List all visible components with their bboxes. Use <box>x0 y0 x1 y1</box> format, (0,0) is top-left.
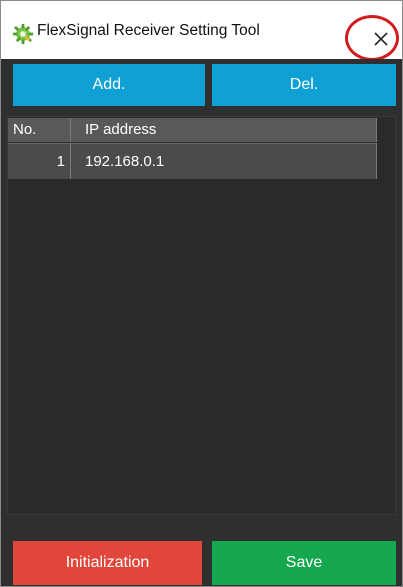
ip-address-cell[interactable]: 192.168.0.1 <box>85 153 164 170</box>
delete-button[interactable]: Del. <box>212 64 396 106</box>
close-icon <box>374 32 388 46</box>
add-button[interactable]: Add. <box>13 64 205 106</box>
column-divider <box>70 143 71 179</box>
title-bar[interactable]: FlexSignal Receiver Setting Tool <box>1 1 402 61</box>
save-button[interactable]: Save <box>212 541 396 585</box>
initialization-button[interactable]: Initialization <box>13 541 202 585</box>
close-button[interactable] <box>361 21 401 57</box>
column-header-no: No. <box>13 121 37 138</box>
table-header <box>8 118 376 142</box>
column-divider <box>376 143 377 179</box>
column-divider <box>70 118 71 142</box>
column-header-ip-address: IP address <box>85 121 157 138</box>
row-number-cell: 1 <box>56 153 65 170</box>
column-divider <box>376 118 377 142</box>
app-window: FlexSignal Receiver Setting Tool Add. De… <box>0 0 403 587</box>
window-title: FlexSignal Receiver Setting Tool <box>37 22 260 39</box>
gear-puzzle-icon <box>12 23 34 45</box>
